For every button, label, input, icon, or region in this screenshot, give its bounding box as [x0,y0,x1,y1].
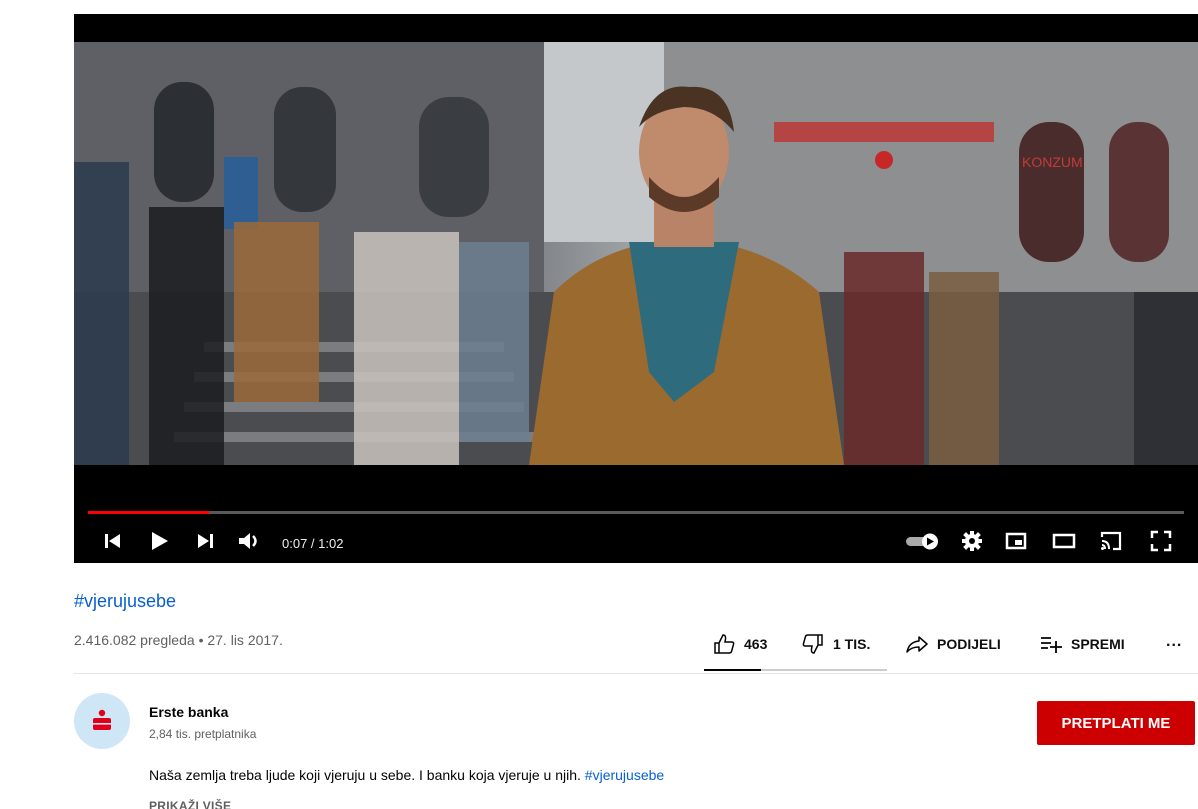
share-label: PODIJELI [937,636,1001,652]
like-button[interactable]: 463 [712,632,767,656]
save-label: SPREMI [1071,636,1125,652]
share-button[interactable]: PODIJELI [905,632,1001,656]
previous-icon[interactable] [100,528,126,554]
play-icon[interactable] [146,528,172,554]
next-icon[interactable] [192,528,218,554]
like-count: 463 [744,636,768,652]
description-hashtag-link[interactable]: #vjerujusebe [585,767,664,783]
progress-bar[interactable] [88,511,1184,514]
thumbs-down-icon [802,634,823,654]
dislike-button[interactable]: 1 TIS. [801,632,870,656]
more-actions-icon: ... [1166,633,1183,650]
miniplayer-icon[interactable] [1003,528,1029,554]
video-title-hashtag[interactable]: #vjerujusebe [74,591,176,612]
more-actions-button[interactable]: ... [1166,630,1182,654]
save-button[interactable]: SPREMI [1039,632,1125,656]
like-dislike-ratio-bar [704,669,887,671]
video-frame-scene: KONZUM [74,42,1198,465]
konzum-sign: KONZUM [1022,154,1083,170]
fullscreen-icon[interactable] [1148,528,1174,554]
player-controls: 0:07 / 1:02 [74,520,1198,560]
dislike-count: 1 TIS. [833,636,871,652]
autoplay-toggle-icon[interactable] [904,528,940,554]
video-info: 2.416.082 pregleda • 27. lis 2017. [74,632,283,648]
time-display: 0:07 / 1:02 [282,536,344,551]
settings-gear-icon[interactable] [959,528,985,554]
erste-logo-icon [93,709,111,730]
description-text: Naša zemlja treba ljude koji vjeruju u s… [149,767,581,783]
playlist-add-icon [1041,637,1062,653]
channel-avatar[interactable] [74,693,130,749]
progress-played [88,511,209,514]
theater-mode-icon[interactable] [1051,528,1077,554]
cast-icon[interactable] [1098,528,1124,554]
subscribe-button[interactable]: PRETPLATI ME [1037,701,1195,745]
view-count: 2.416.082 pregleda [74,632,195,648]
divider [74,673,1198,674]
subscriber-count: 2,84 tis. pretplatnika [149,727,257,741]
like-ratio-fill [704,669,761,671]
info-separator: • [198,632,204,648]
show-more-button[interactable]: PRIKAŽI VIŠE [149,799,231,809]
share-arrow-icon [906,636,928,653]
volume-icon[interactable] [236,528,262,554]
upload-date: 27. lis 2017. [207,632,283,648]
video-player[interactable]: KONZUM 0:07 / 1:02 [74,14,1198,563]
video-description: Naša zemlja treba ljude koji vjeruju u s… [149,767,664,783]
video-frame[interactable]: KONZUM [74,42,1198,465]
channel-name[interactable]: Erste banka [149,704,228,720]
thumbs-up-icon [714,634,735,654]
